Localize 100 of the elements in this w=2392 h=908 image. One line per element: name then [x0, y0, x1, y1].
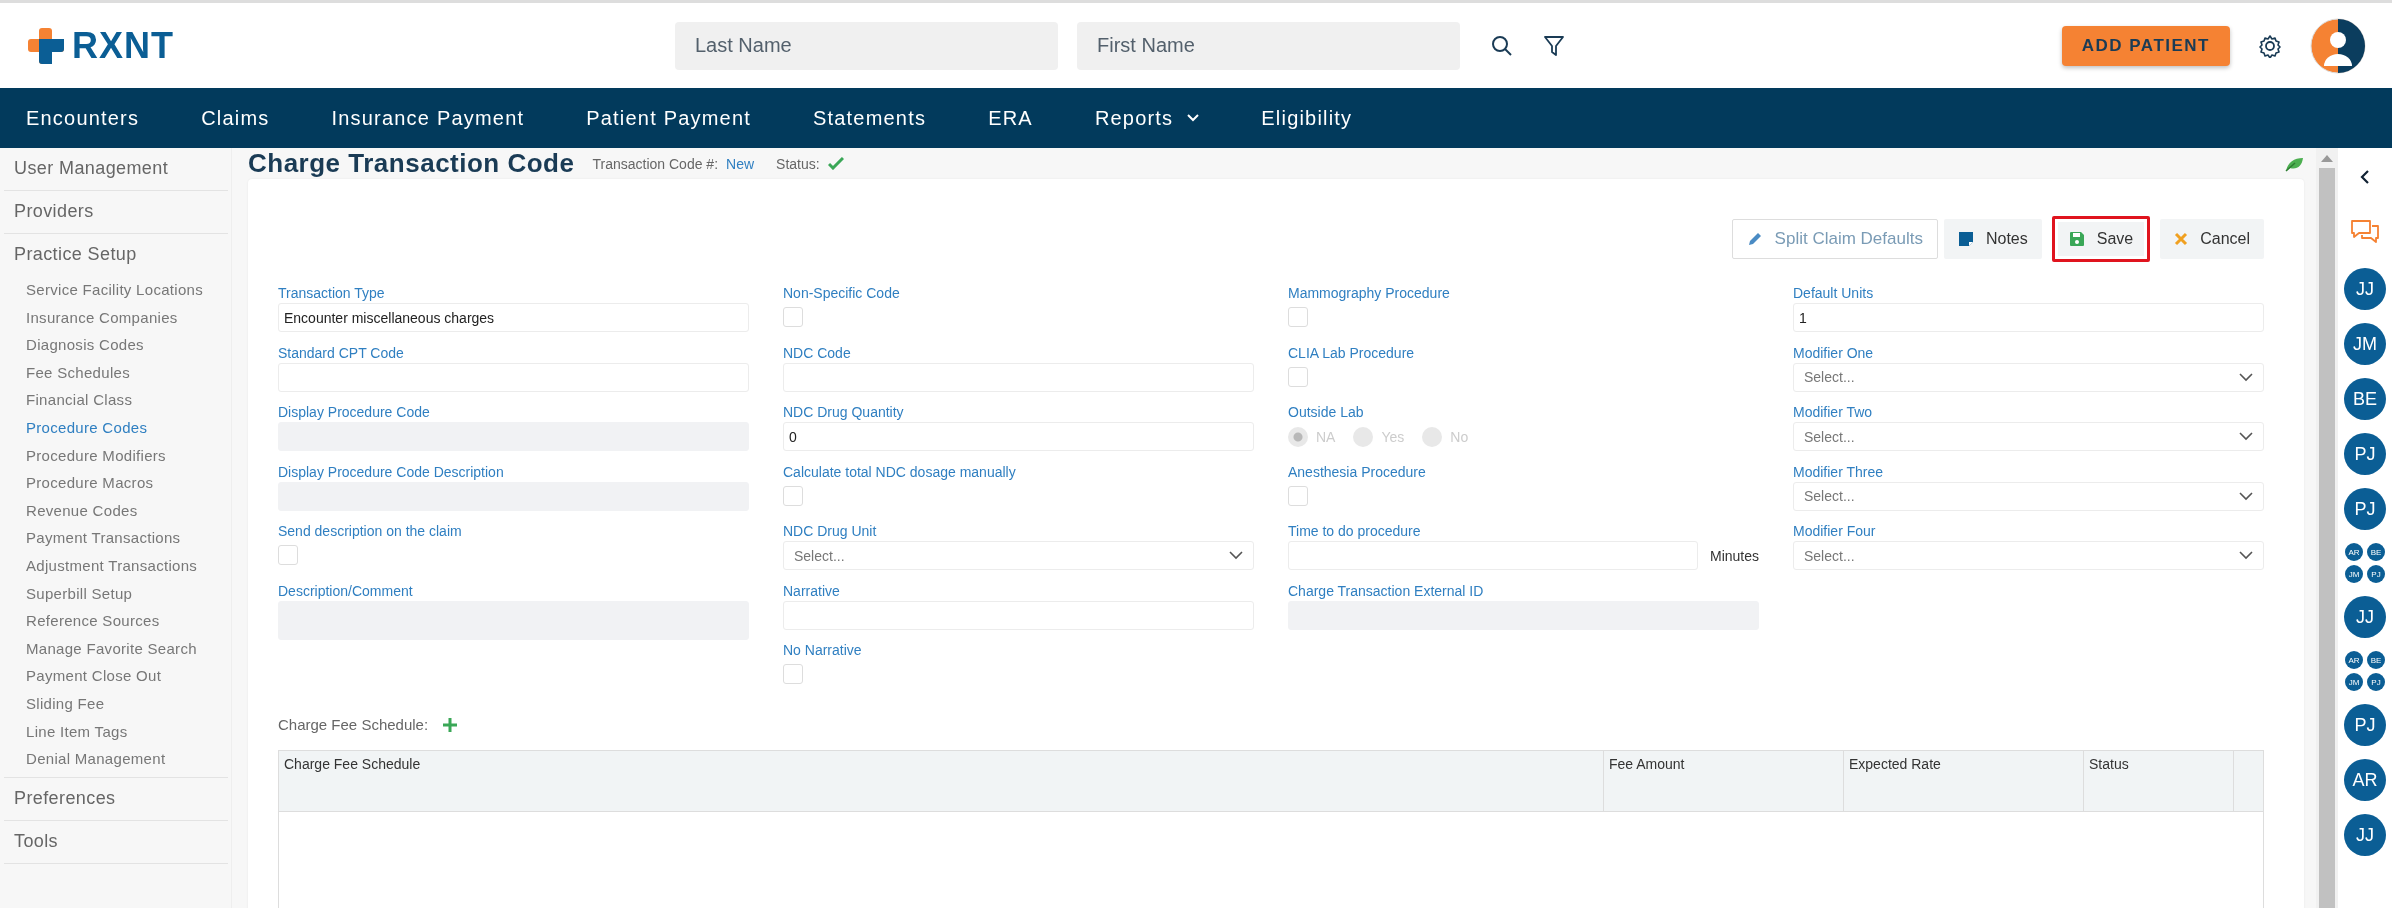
sidebar-section[interactable]: Practice Setup — [4, 234, 228, 276]
sidebar-item[interactable]: Procedure Macros — [26, 469, 228, 497]
field-label: Default Units — [1793, 284, 1875, 303]
checkbox[interactable] — [1288, 485, 1308, 506]
cancel-button[interactable]: Cancel — [2160, 219, 2264, 259]
select-field[interactable]: Select... — [1793, 362, 2264, 392]
chevron-down-icon — [2239, 491, 2253, 501]
field-label: Standard CPT Code — [278, 343, 405, 363]
sidebar-item[interactable]: Payment Transactions — [26, 524, 228, 552]
nav-item[interactable]: Encounters — [0, 106, 173, 130]
sidebar-item[interactable]: Insurance Companies — [26, 303, 228, 332]
sidebar-item[interactable]: Denial Management — [26, 745, 228, 773]
sidebar-section[interactable]: User Management — [4, 148, 228, 190]
chevron-down-icon — [1229, 551, 1243, 560]
user-avatar[interactable]: PJ — [2344, 433, 2386, 475]
search-field[interactable]: First Name — [1077, 21, 1460, 70]
user-avatar[interactable]: PJ — [2367, 673, 2385, 691]
checkbox[interactable] — [1288, 366, 1308, 387]
column-header[interactable]: Expected Rate — [1843, 750, 2083, 811]
sidebar-section[interactable]: Preferences — [4, 777, 228, 820]
field-label: Outside Lab — [1288, 403, 1365, 422]
add-icon[interactable] — [442, 716, 459, 733]
scrollbar[interactable] — [2316, 148, 2338, 908]
checkbox[interactable] — [278, 545, 298, 565]
nav-item[interactable]: Statements — [786, 106, 960, 130]
field-label: Narrative — [783, 581, 841, 601]
nav-item[interactable]: Reports — [1068, 106, 1233, 130]
add-patient-button[interactable]: ADD PATIENT — [2061, 25, 2230, 66]
sidebar-item[interactable]: Service Facility Locations — [26, 276, 228, 304]
sidebar-item[interactable]: Financial Class — [26, 386, 228, 414]
field-label: Transaction Type — [278, 284, 386, 303]
sidebar-item[interactable]: Sliding Fee — [26, 689, 228, 718]
unit-label: Minutes — [1709, 547, 1759, 564]
select-field[interactable]: Select... — [1793, 541, 2264, 570]
field-label: Calculate total NDC dosage manually — [783, 462, 1017, 482]
text-field[interactable]: 1 — [1793, 303, 2264, 332]
logo-text: RXNT — [72, 24, 174, 67]
column-header[interactable]: Charge Fee Schedule — [279, 750, 1603, 811]
sidebar-item[interactable]: Procedure Codes — [26, 413, 228, 442]
nav-item[interactable]: Patient Payment — [560, 106, 784, 130]
field-label: Charge Transaction External ID — [1288, 581, 1485, 601]
sidebar-item[interactable]: Diagnosis Codes — [26, 331, 228, 359]
user-avatar[interactable]: BE — [2344, 378, 2386, 420]
user-avatar[interactable]: JJ — [2344, 814, 2386, 856]
sidebar-item[interactable]: Superbill Setup — [26, 579, 228, 608]
sidebar-item[interactable]: Procedure Modifiers — [26, 441, 228, 470]
user-avatar[interactable]: JJ — [2344, 268, 2386, 310]
field-label: Display Procedure Code — [278, 403, 431, 422]
notes-button[interactable]: Notes — [1943, 219, 2042, 259]
settings-icon[interactable] — [2258, 33, 2282, 58]
text-field[interactable]: 0 — [783, 422, 1254, 451]
column-header[interactable]: Fee Amount — [1603, 750, 1843, 811]
field-label: No Narrative — [783, 641, 863, 660]
field-label: Description/Comment — [278, 581, 414, 601]
status-label: Status: — [776, 155, 820, 172]
user-avatar[interactable]: JJ — [2344, 596, 2386, 638]
user-avatar[interactable]: BE — [2367, 543, 2385, 561]
checkbox[interactable] — [783, 485, 803, 506]
select-field[interactable]: Select... — [783, 541, 1254, 570]
text-field[interactable]: Encounter miscellaneous charges — [278, 303, 749, 332]
user-avatar[interactable]: AR — [2344, 759, 2386, 801]
filter-icon[interactable] — [1544, 34, 1564, 57]
user-avatar[interactable]: PJ — [2344, 704, 2386, 746]
chevron-down-icon — [2239, 551, 2253, 560]
sidebar-item[interactable]: Payment Close Out — [26, 662, 228, 690]
select-field[interactable]: Select... — [1793, 481, 2264, 511]
checkbox[interactable] — [783, 664, 803, 684]
sidebar-section[interactable]: Tools — [4, 820, 228, 863]
user-avatar[interactable]: JM — [2345, 565, 2363, 583]
search-field[interactable]: Last Name — [675, 21, 1058, 70]
sidebar-item[interactable]: Revenue Codes — [26, 496, 228, 525]
save-button[interactable]: Save — [2051, 216, 2151, 262]
sidebar-item[interactable]: Line Item Tags — [26, 717, 228, 746]
nav-item[interactable]: ERA — [962, 106, 1066, 130]
nav-item[interactable]: Eligibility — [1235, 106, 1386, 130]
user-avatar[interactable]: AR — [2345, 543, 2363, 561]
column-header[interactable]: Status — [2083, 750, 2233, 811]
chevron-left-icon[interactable] — [2360, 170, 2370, 184]
checkbox[interactable] — [783, 307, 803, 327]
sidebar-item[interactable]: Adjustment Transactions — [26, 551, 228, 580]
user-avatar-icon[interactable] — [2310, 17, 2366, 74]
user-avatar[interactable]: JM — [2344, 323, 2386, 365]
user-avatar[interactable]: PJ — [2344, 488, 2386, 530]
chevron-down-icon — [2239, 372, 2253, 382]
nav-item[interactable]: Claims — [175, 106, 303, 130]
sidebar-section[interactable]: Providers — [4, 191, 228, 233]
user-avatar[interactable]: JM — [2345, 673, 2363, 691]
field-label: Non-Specific Code — [783, 284, 901, 303]
user-avatar[interactable]: BE — [2367, 651, 2385, 669]
nav-item[interactable]: Insurance Payment — [305, 106, 558, 130]
note-icon — [1957, 231, 1974, 247]
sidebar-item[interactable]: Fee Schedules — [26, 358, 228, 387]
checkbox[interactable] — [1288, 307, 1308, 327]
select-field[interactable]: Select... — [1793, 422, 2264, 451]
sidebar-item[interactable]: Manage Favorite Search — [26, 634, 228, 663]
scroll-up-icon[interactable] — [2320, 154, 2334, 162]
search-icon[interactable] — [1491, 34, 1513, 57]
user-avatar[interactable]: PJ — [2367, 565, 2385, 583]
sidebar-item[interactable]: Reference Sources — [26, 607, 228, 635]
user-avatar[interactable]: AR — [2345, 651, 2363, 669]
